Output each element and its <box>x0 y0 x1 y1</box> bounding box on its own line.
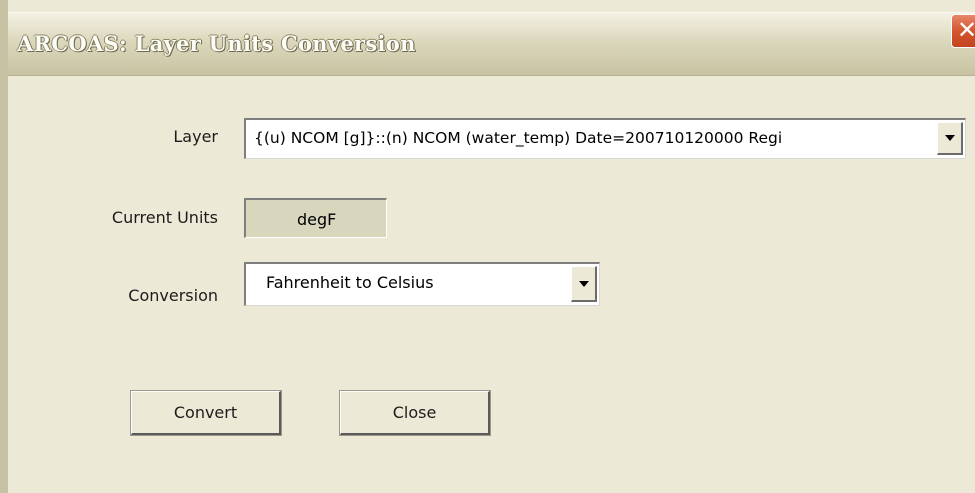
layer-select[interactable]: {(u) NCOM [g]}::(n) NCOM (water_temp) Da… <box>244 118 966 159</box>
conversion-select[interactable]: Fahrenheit to Celsius <box>244 262 600 306</box>
close-icon: ✕ <box>957 16 975 44</box>
current-units-field: degF <box>244 198 387 238</box>
layer-dropdown-button[interactable] <box>937 122 963 155</box>
title-bar[interactable]: ARCOAS: Layer Units Conversion <box>8 12 975 76</box>
layer-label: Layer <box>173 127 218 146</box>
current-units-label: Current Units <box>111 208 218 227</box>
close-button[interactable]: Close <box>339 390 491 436</box>
chevron-down-icon <box>944 135 955 141</box>
conversion-label: Conversion <box>128 286 218 305</box>
conversion-dropdown-button[interactable] <box>571 266 597 302</box>
dialog-window: ARCOAS: Layer Units Conversion ✕ Layer {… <box>0 0 975 493</box>
window-title: ARCOAS: Layer Units Conversion <box>17 31 416 56</box>
close-window-button[interactable]: ✕ <box>951 14 975 48</box>
current-units-value: degF <box>297 210 337 229</box>
conversion-select-value: Fahrenheit to Celsius <box>266 273 434 292</box>
convert-button[interactable]: Convert <box>130 390 282 436</box>
layer-select-value: {(u) NCOM [g]}::(n) NCOM (water_temp) Da… <box>254 129 783 147</box>
chevron-down-icon <box>578 280 589 287</box>
